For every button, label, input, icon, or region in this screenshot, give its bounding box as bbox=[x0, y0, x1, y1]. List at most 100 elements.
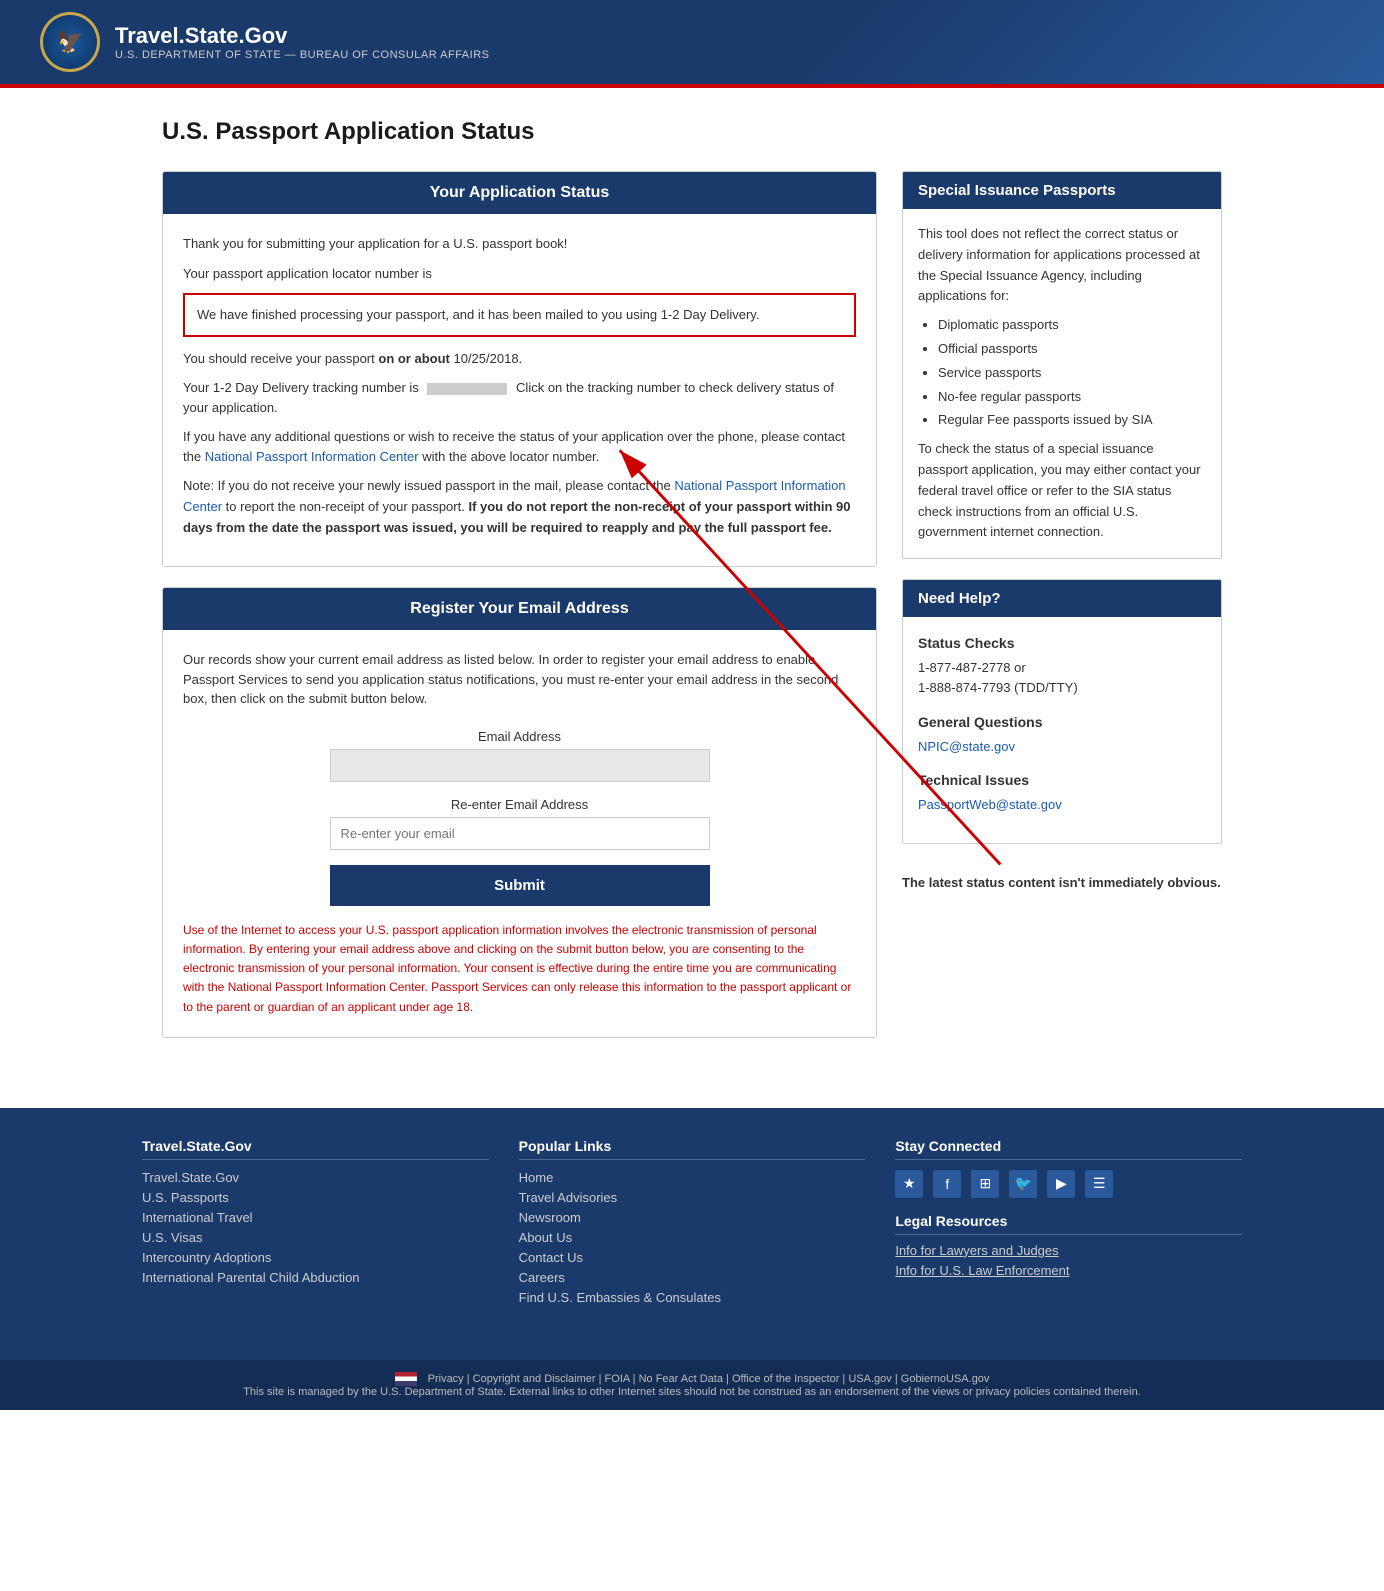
list-item: Service passports bbox=[938, 363, 1206, 384]
special-issuance-intro: This tool does not reflect the correct s… bbox=[918, 224, 1206, 307]
submit-group: Submit bbox=[183, 865, 856, 906]
footer-link-careers[interactable]: Careers bbox=[519, 1270, 866, 1285]
special-issuance-list: Diplomatic passports Official passports … bbox=[918, 315, 1206, 431]
footer-col2-title: Popular Links bbox=[519, 1138, 866, 1160]
header-text-block: Travel.State.Gov U.S. DEPARTMENT OF STAT… bbox=[115, 23, 489, 61]
register-email-body: Our records show your current email addr… bbox=[163, 630, 876, 1036]
footer-col-3: Stay Connected ★ f ⊞ 🐦 ▶ ☰ Legal Resourc… bbox=[895, 1138, 1242, 1310]
page-title: U.S. Passport Application Status bbox=[162, 118, 1222, 146]
email-label: Email Address bbox=[183, 729, 856, 744]
special-issuance-footer: To check the status of a special issuanc… bbox=[918, 439, 1206, 543]
contact-text: If you have any additional questions or … bbox=[183, 427, 856, 466]
eagle-icon: 🦅 bbox=[43, 15, 97, 69]
footer-grid: Travel.State.Gov Travel.State.Gov U.S. P… bbox=[142, 1138, 1242, 1310]
register-email-header: Register Your Email Address bbox=[163, 588, 876, 630]
right-column: Special Issuance Passports This tool doe… bbox=[902, 171, 1222, 1038]
site-footer: Travel.State.Gov Travel.State.Gov U.S. P… bbox=[0, 1108, 1384, 1410]
reenter-email-field-group: Re-enter Email Address bbox=[183, 797, 856, 850]
footer-link-about[interactable]: About Us bbox=[519, 1230, 866, 1245]
main-content: U.S. Passport Application Status Your Ap… bbox=[142, 88, 1242, 1068]
special-issuance-header: Special Issuance Passports bbox=[903, 172, 1221, 209]
email-input[interactable] bbox=[330, 749, 710, 782]
footer-link-visas[interactable]: U.S. Visas bbox=[142, 1230, 489, 1245]
left-column: Your Application Status Thank you for su… bbox=[162, 171, 877, 1038]
footer-bottom-link-usagov[interactable]: USA.gov bbox=[848, 1373, 891, 1385]
footer-bottom-note: This site is managed by the U.S. Departm… bbox=[243, 1386, 1141, 1398]
register-email-card: Register Your Email Address Our records … bbox=[162, 587, 877, 1037]
footer-link-law-enforcement[interactable]: Info for U.S. Law Enforcement bbox=[895, 1263, 1242, 1278]
general-questions-section: General Questions NPIC@state.gov bbox=[918, 711, 1206, 757]
social-icon-youtube[interactable]: ▶ bbox=[1047, 1170, 1075, 1198]
tracking-number-redacted bbox=[427, 383, 507, 395]
footer-bottom-link-privacy[interactable]: Privacy bbox=[428, 1373, 464, 1385]
footer-bottom-link-foia[interactable]: FOIA bbox=[605, 1373, 630, 1385]
footer-link-adoptions[interactable]: Intercountry Adoptions bbox=[142, 1250, 489, 1265]
list-item: Regular Fee passports issued by SIA bbox=[938, 410, 1206, 431]
reenter-email-label: Re-enter Email Address bbox=[183, 797, 856, 812]
footer-col3-title: Stay Connected bbox=[895, 1138, 1242, 1160]
footer-link-tsg[interactable]: Travel.State.Gov bbox=[142, 1170, 489, 1185]
site-header: 🦅 Travel.State.Gov U.S. DEPARTMENT OF ST… bbox=[0, 0, 1384, 88]
need-help-body: Status Checks 1-877-487-2778 or1-888-874… bbox=[903, 617, 1221, 842]
social-icon-rss[interactable]: ☰ bbox=[1085, 1170, 1113, 1198]
date-text: You should receive your passport on or a… bbox=[183, 349, 856, 369]
footer-link-home[interactable]: Home bbox=[519, 1170, 866, 1185]
social-icon-twitter[interactable]: 🐦 bbox=[1009, 1170, 1037, 1198]
status-highlight-box: We have finished processing your passpor… bbox=[183, 293, 856, 337]
status-intro: Thank you for submitting your applicatio… bbox=[183, 234, 856, 254]
content-grid: Your Application Status Thank you for su… bbox=[162, 171, 1222, 1038]
footer-link-intl-travel[interactable]: International Travel bbox=[142, 1210, 489, 1225]
annotation-text: The latest status content isn't immediat… bbox=[902, 864, 1222, 902]
status-checks-phone: 1-877-487-2778 or1-888-874-7793 (TDD/TTY… bbox=[918, 658, 1206, 700]
us-flag-icon bbox=[395, 1372, 417, 1386]
social-icon-star[interactable]: ★ bbox=[895, 1170, 923, 1198]
footer-link-travel-advisories[interactable]: Travel Advisories bbox=[519, 1190, 866, 1205]
list-item: No-fee regular passports bbox=[938, 387, 1206, 408]
footer-bottom-link-inspector[interactable]: Office of the Inspector bbox=[732, 1373, 839, 1385]
legal-title: Legal Resources bbox=[895, 1213, 1242, 1235]
tracking-text: Your 1-2 Day Delivery tracking number is… bbox=[183, 378, 856, 417]
footer-link-parental[interactable]: International Parental Child Abduction bbox=[142, 1270, 489, 1285]
passportweb-email-link[interactable]: PassportWeb@state.gov bbox=[918, 797, 1062, 812]
general-questions-title: General Questions bbox=[918, 711, 1206, 733]
footer-link-contact[interactable]: Contact Us bbox=[519, 1250, 866, 1265]
technical-issues-section: Technical Issues PassportWeb@state.gov bbox=[918, 769, 1206, 815]
list-item: Official passports bbox=[938, 339, 1206, 360]
list-item: Diplomatic passports bbox=[938, 315, 1206, 336]
footer-bottom-link-gob[interactable]: GobiernoUSA.gov bbox=[901, 1373, 990, 1385]
npic-email-link[interactable]: NPIC@state.gov bbox=[918, 739, 1015, 754]
social-icon-flickr[interactable]: ⊞ bbox=[971, 1170, 999, 1198]
application-status-header: Your Application Status bbox=[163, 172, 876, 214]
submit-button[interactable]: Submit bbox=[330, 865, 710, 906]
reenter-email-input[interactable] bbox=[330, 817, 710, 850]
site-subtitle: U.S. DEPARTMENT OF STATE — BUREAU OF CON… bbox=[115, 49, 489, 61]
technical-issues-title: Technical Issues bbox=[918, 769, 1206, 791]
status-checks-section: Status Checks 1-877-487-2778 or1-888-874… bbox=[918, 632, 1206, 699]
application-status-card: Your Application Status Thank you for su… bbox=[162, 171, 877, 567]
social-icon-facebook[interactable]: f bbox=[933, 1170, 961, 1198]
special-issuance-card: Special Issuance Passports This tool doe… bbox=[902, 171, 1222, 559]
footer-bottom-link-fearact[interactable]: No Fear Act Data bbox=[639, 1373, 723, 1385]
application-status-body: Thank you for submitting your applicatio… bbox=[163, 214, 876, 566]
email-description: Our records show your current email addr… bbox=[183, 650, 856, 709]
site-title: Travel.State.Gov bbox=[115, 23, 489, 49]
footer-link-passports[interactable]: U.S. Passports bbox=[142, 1190, 489, 1205]
npic-link-1[interactable]: National Passport Information Center bbox=[205, 449, 419, 464]
site-logo: 🦅 bbox=[40, 12, 100, 72]
need-help-card: Need Help? Status Checks 1-877-487-2778 … bbox=[902, 579, 1222, 843]
footer-main: Travel.State.Gov Travel.State.Gov U.S. P… bbox=[0, 1108, 1384, 1360]
footer-link-embassies[interactable]: Find U.S. Embassies & Consulates bbox=[519, 1290, 866, 1305]
need-help-header: Need Help? bbox=[903, 580, 1221, 617]
footer-col-2: Popular Links Home Travel Advisories New… bbox=[519, 1138, 866, 1310]
social-icons-group: ★ f ⊞ 🐦 ▶ ☰ bbox=[895, 1170, 1242, 1198]
footer-bottom-inner: Privacy | Copyright and Disclaimer | FOI… bbox=[142, 1372, 1242, 1398]
footer-col-1: Travel.State.Gov Travel.State.Gov U.S. P… bbox=[142, 1138, 489, 1310]
footer-link-lawyers[interactable]: Info for Lawyers and Judges bbox=[895, 1243, 1242, 1258]
footer-bottom-link-copyright[interactable]: Copyright and Disclaimer bbox=[473, 1373, 596, 1385]
privacy-text: Use of the Internet to access your U.S. … bbox=[183, 921, 856, 1017]
note-text: Note: If you do not receive your newly i… bbox=[183, 476, 856, 538]
footer-link-newsroom[interactable]: Newsroom bbox=[519, 1210, 866, 1225]
footer-bottom: Privacy | Copyright and Disclaimer | FOI… bbox=[0, 1360, 1384, 1410]
locator-text: Your passport application locator number… bbox=[183, 264, 856, 284]
status-checks-title: Status Checks bbox=[918, 632, 1206, 654]
